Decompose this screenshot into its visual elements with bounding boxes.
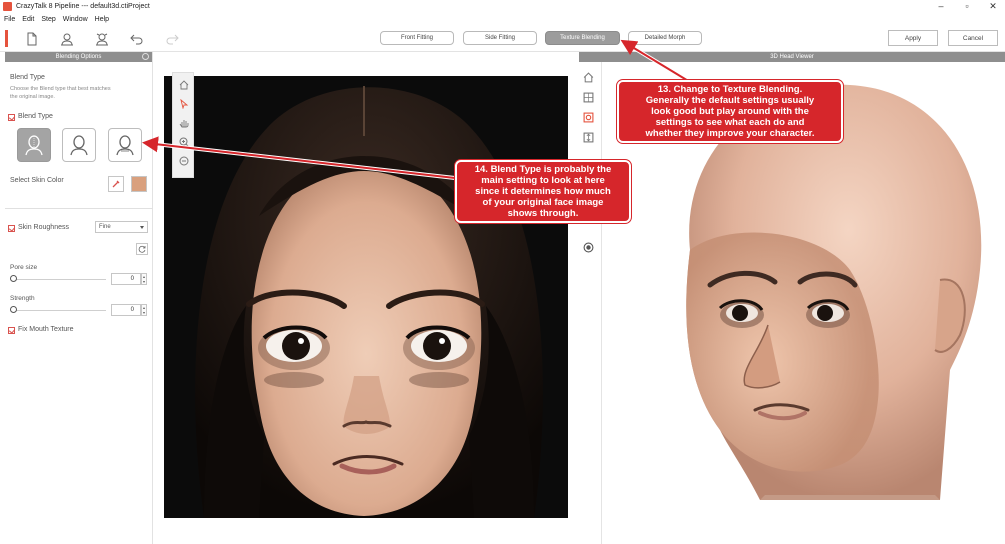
window-title: CrazyTalk 8 Pipeline --- default3d.ctiPr… <box>16 3 150 10</box>
callout-13-line-1: 13. Change to Texture Blending. <box>657 84 803 95</box>
skin-roughness-label: Skin Roughness <box>18 224 69 231</box>
detailed-morph-button[interactable]: Detailed Morph <box>628 31 702 45</box>
callout-13-line-2: Generally the default settings usually <box>645 95 815 106</box>
eyedropper-button[interactable] <box>108 176 124 192</box>
menu-window[interactable]: Window <box>63 16 88 23</box>
callout-14-line-3: since it determines how much <box>475 186 611 197</box>
skin-color-label: Select Skin Color <box>10 177 64 184</box>
callout-14-line-4: of your original face image <box>482 197 604 208</box>
pan-hand-icon[interactable] <box>178 117 190 129</box>
strength-slider-track[interactable] <box>14 310 106 311</box>
refresh-icon <box>138 245 146 253</box>
undo-icon[interactable] <box>128 30 146 48</box>
skin-roughness-checkbox[interactable] <box>8 225 15 232</box>
callout-14: 14. Blend Type is probably the main sett… <box>455 160 631 223</box>
panel-options-icon[interactable] <box>142 53 149 60</box>
close-button[interactable]: ✕ <box>987 0 999 13</box>
callout-13-line-5: whether they improve your character. <box>645 128 815 139</box>
viewer-vertical-fit-icon[interactable] <box>583 132 594 143</box>
fix-mouth-label: Fix Mouth Texture <box>18 326 74 333</box>
blend-type-option-1[interactable] <box>17 128 51 162</box>
fix-mouth-checkbox[interactable] <box>8 327 15 334</box>
accent-bar <box>5 30 8 47</box>
strength-slider-knob[interactable] <box>10 306 17 313</box>
callout-14-line-5: shows through. <box>507 208 579 219</box>
panel-header: Blending Options <box>5 52 152 62</box>
pore-size-slider-track[interactable] <box>14 279 106 280</box>
cancel-button[interactable]: Cancel <box>948 30 998 46</box>
face-silhouette-icon <box>25 135 43 156</box>
blend-type-title: Blend Type <box>10 74 45 81</box>
viewer-tools-separator <box>601 62 602 544</box>
panel-title: Blending Options <box>55 54 102 60</box>
user-settings-icon[interactable] <box>93 30 111 48</box>
side-fitting-button[interactable]: Side Fitting <box>463 31 537 45</box>
menu-help[interactable]: Help <box>95 16 109 23</box>
strength-input[interactable]: 0 <box>111 304 141 316</box>
menu-edit[interactable]: Edit <box>22 16 34 23</box>
zoom-out-icon[interactable] <box>178 155 190 167</box>
menu-bar: File Edit Step Window Help <box>0 13 109 25</box>
viewport-tools <box>172 72 194 178</box>
face-photo-image <box>164 76 568 518</box>
strength-label: Strength <box>10 295 35 302</box>
restore-button[interactable]: ▫ <box>961 0 973 13</box>
blend-type-option-2[interactable] <box>62 128 96 162</box>
window-controls: – ▫ ✕ <box>935 0 999 13</box>
texture-blending-button[interactable]: Texture Blending <box>545 31 620 45</box>
blend-type-checkbox[interactable] <box>8 114 15 121</box>
blend-type-desc-2: the original image. <box>10 94 55 100</box>
pore-size-input[interactable]: 0 <box>111 273 141 285</box>
front-fitting-button[interactable]: Front Fitting <box>380 31 454 45</box>
select-pointer-icon[interactable] <box>178 98 190 110</box>
face-silhouette-icon <box>116 135 134 156</box>
redo-icon[interactable] <box>163 30 181 48</box>
face-silhouette-icon <box>70 135 88 156</box>
refresh-button[interactable] <box>136 243 148 255</box>
zoom-in-icon[interactable] <box>178 136 190 148</box>
callout-14-line-2: main setting to look at here <box>481 175 605 186</box>
home-icon[interactable] <box>178 79 190 91</box>
3d-viewer-header: 3D Head Viewer <box>579 52 1005 62</box>
eyedropper-icon <box>112 180 120 188</box>
user-profile-icon[interactable] <box>58 30 76 48</box>
skin-color-swatch[interactable] <box>131 176 147 192</box>
section-divider <box>5 208 153 209</box>
callout-14-line-1: 14. Blend Type is probably the <box>474 164 612 175</box>
new-file-icon[interactable] <box>23 30 41 48</box>
pore-size-slider-knob[interactable] <box>10 275 17 282</box>
skin-roughness-select[interactable]: Fine <box>95 221 148 233</box>
callout-13-line-4: settings to see what each do and <box>655 117 805 128</box>
menu-step[interactable]: Step <box>41 16 55 23</box>
minimize-button[interactable]: – <box>935 0 947 13</box>
blend-type-desc-1: Choose the Blend type that best matches <box>10 86 111 92</box>
apply-button[interactable]: Apply <box>888 30 938 46</box>
app-window: CrazyTalk 8 Pipeline --- default3d.ctiPr… <box>0 0 1005 544</box>
viewer-rotate-icon[interactable] <box>583 112 594 123</box>
blend-type-option-3[interactable] <box>108 128 142 162</box>
pore-size-spinner[interactable] <box>141 273 147 285</box>
title-bar: CrazyTalk 8 Pipeline --- default3d.ctiPr… <box>0 0 1005 13</box>
chevron-down-icon <box>140 226 144 229</box>
strength-spinner[interactable] <box>141 304 147 316</box>
blend-type-checkbox-label: Blend Type <box>18 113 53 120</box>
viewer-fit-icon[interactable] <box>583 92 594 103</box>
callout-13-line-3: look good but play around with the <box>651 106 809 117</box>
skin-roughness-value: Fine <box>99 224 111 230</box>
app-logo-icon <box>3 2 12 11</box>
viewer-target-icon[interactable] <box>583 242 594 253</box>
menu-file[interactable]: File <box>4 16 15 23</box>
viewer-home-icon[interactable] <box>583 72 594 83</box>
pore-size-label: Pore size <box>10 264 38 271</box>
callout-13: 13. Change to Texture Blending. Generall… <box>617 80 843 143</box>
face-photo[interactable] <box>164 76 568 518</box>
